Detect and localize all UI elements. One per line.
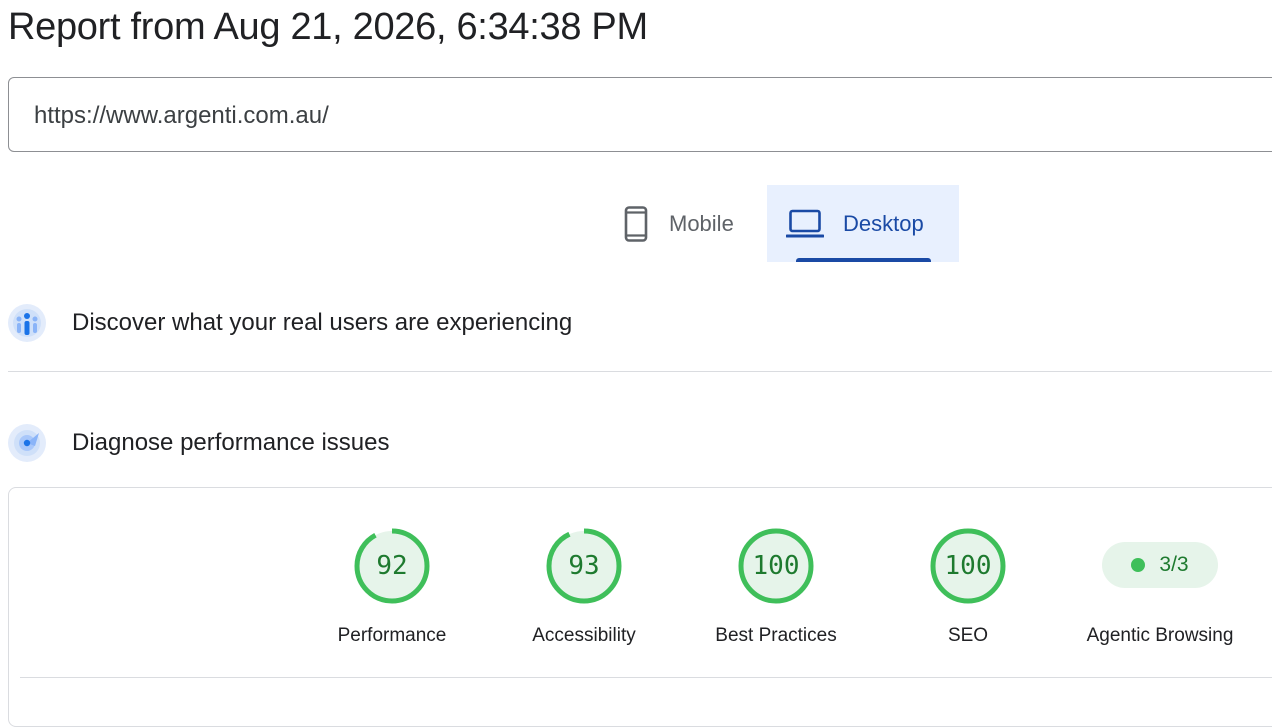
performance-label: Performance bbox=[337, 625, 447, 646]
lighthouse-icon bbox=[8, 424, 46, 462]
tab-desktop-label: Desktop bbox=[843, 210, 924, 236]
lab-data-section[interactable]: Diagnose performance issues bbox=[8, 423, 1272, 463]
lab-data-heading: Diagnose performance issues bbox=[72, 429, 390, 456]
tab-mobile[interactable]: Mobile bbox=[603, 185, 767, 262]
section-divider bbox=[8, 371, 1272, 372]
performance-gauge[interactable]: 92 bbox=[352, 526, 432, 606]
field-data-section[interactable]: Discover what your real users are experi… bbox=[8, 303, 1272, 343]
tab-desktop[interactable]: Desktop bbox=[767, 185, 959, 262]
scores-card bbox=[8, 487, 1272, 727]
crux-users-icon bbox=[8, 304, 46, 342]
pass-dot-icon bbox=[1131, 558, 1146, 572]
url-field[interactable]: https://www.argenti.com.au/ bbox=[8, 77, 1272, 152]
tab-mobile-label: Mobile bbox=[669, 210, 734, 236]
laptop-icon bbox=[767, 209, 843, 239]
agentic-browsing-label: Agentic Browsing bbox=[1086, 625, 1234, 646]
agentic-browsing-score: 3/3 bbox=[1159, 553, 1189, 576]
url-value[interactable]: https://www.argenti.com.au/ bbox=[34, 102, 329, 130]
accessibility-label: Accessibility bbox=[532, 625, 636, 646]
best-practices-score: 100 bbox=[752, 551, 800, 581]
smartphone-icon bbox=[603, 205, 669, 242]
seo-label: SEO bbox=[947, 625, 989, 646]
card-divider bbox=[20, 677, 1272, 678]
seo-gauge[interactable]: 100 bbox=[928, 526, 1008, 606]
performance-score: 92 bbox=[376, 551, 408, 581]
tab-selected-indicator bbox=[796, 258, 931, 262]
best-practices-gauge[interactable]: 100 bbox=[736, 526, 816, 606]
accessibility-score: 93 bbox=[568, 551, 600, 581]
accessibility-gauge[interactable]: 93 bbox=[544, 526, 624, 606]
best-practices-label: Best Practices bbox=[715, 625, 837, 646]
report-title: Report from Aug 21, 2026, 6:34:38 PM bbox=[8, 6, 648, 48]
agentic-browsing-badge[interactable]: 3/3 bbox=[1102, 542, 1218, 588]
field-data-heading: Discover what your real users are experi… bbox=[72, 309, 573, 336]
seo-score: 100 bbox=[944, 551, 992, 581]
